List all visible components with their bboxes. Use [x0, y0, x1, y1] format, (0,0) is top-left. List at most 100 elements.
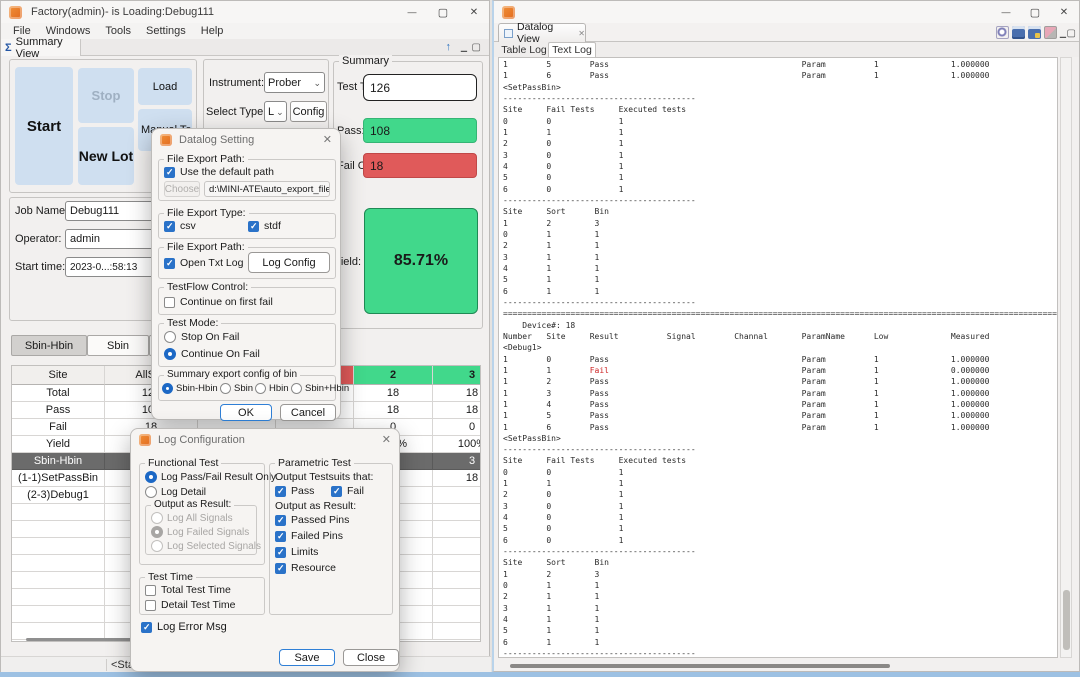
- config-button[interactable]: Config: [290, 101, 327, 122]
- close-icon[interactable]: ✕: [323, 133, 332, 146]
- instrument-select[interactable]: Prober: [264, 72, 325, 93]
- new-lot-button[interactable]: New Lot: [78, 127, 134, 185]
- menu-help[interactable]: Help: [201, 25, 224, 37]
- tab-datalog-view[interactable]: Datalog View: [498, 23, 586, 42]
- vertical-scrollbar-thumb[interactable]: [1063, 590, 1070, 650]
- minimize-icon[interactable]: [991, 1, 1021, 23]
- start-time-field[interactable]: 2023-0...:58:13: [65, 257, 159, 277]
- checkbox-checked-icon[interactable]: [164, 221, 175, 232]
- view-minimize-icon[interactable]: [1060, 27, 1066, 39]
- vertical-scrollbar[interactable]: [1060, 57, 1072, 658]
- choose-button[interactable]: Choose: [164, 181, 200, 197]
- log-detail-option[interactable]: Log Detail: [145, 486, 206, 498]
- view-maximize-icon[interactable]: [472, 41, 481, 53]
- app-icon: [502, 6, 515, 19]
- tab-table-log[interactable]: Table Log: [500, 42, 548, 57]
- checkbox-unchecked-icon[interactable]: [164, 297, 175, 308]
- tab-close-icon[interactable]: [578, 27, 585, 39]
- checkbox-checked-icon[interactable]: [275, 563, 286, 574]
- cancel-button[interactable]: Cancel: [280, 404, 336, 421]
- use-default-path-option[interactable]: Use the default path: [164, 166, 274, 178]
- checkbox-checked-icon[interactable]: [164, 258, 175, 269]
- radio-on-icon[interactable]: [145, 471, 157, 483]
- close-icon[interactable]: [1049, 1, 1079, 23]
- maximize-icon[interactable]: [1020, 1, 1050, 23]
- bin-table-cell: 100%: [433, 436, 481, 453]
- minimize-icon[interactable]: [397, 1, 427, 23]
- tab-summary-view[interactable]: Summary View: [1, 39, 81, 56]
- limits-option[interactable]: Limits: [275, 546, 318, 558]
- passed-pins-option[interactable]: Passed Pins: [275, 514, 349, 526]
- failed-pins-option[interactable]: Failed Pins: [275, 530, 343, 542]
- hbin-option[interactable]: Hbin: [255, 383, 289, 394]
- save-lock-icon[interactable]: [1028, 26, 1041, 39]
- text-log-area[interactable]: 1 5 Pass Param 1 1.0000001 6 Pass Param …: [498, 57, 1058, 658]
- up-arrow-icon[interactable]: [446, 41, 452, 53]
- checkbox-unchecked-icon[interactable]: [145, 585, 156, 596]
- detail-test-time-option[interactable]: Detail Test Time: [145, 599, 236, 611]
- menu-tools[interactable]: Tools: [105, 25, 131, 37]
- open-txt-log-option[interactable]: Open Txt Log: [164, 257, 243, 269]
- checkbox-checked-icon[interactable]: [275, 486, 286, 497]
- checkbox-checked-icon[interactable]: [275, 515, 286, 526]
- view-minimize-icon[interactable]: [461, 41, 467, 53]
- radio-on-icon[interactable]: [162, 383, 173, 394]
- ok-button[interactable]: OK: [220, 404, 272, 421]
- save-button[interactable]: Save: [279, 649, 335, 666]
- close-button[interactable]: Close: [343, 649, 399, 666]
- csv-option[interactable]: csv: [164, 220, 196, 232]
- start-button[interactable]: Start: [15, 67, 73, 185]
- param-pass-option[interactable]: Pass: [275, 485, 314, 497]
- sbin-plus-hbin-option[interactable]: Sbin+Hbin: [291, 383, 349, 394]
- checkbox-unchecked-icon[interactable]: [145, 600, 156, 611]
- radio-off-icon[interactable]: [145, 486, 157, 498]
- bin-table-cell: 18: [433, 470, 481, 487]
- checkbox-checked-icon[interactable]: [248, 221, 259, 232]
- total-test-time-option[interactable]: Total Test Time: [145, 584, 231, 596]
- operator-field[interactable]: admin: [65, 229, 159, 249]
- maximize-icon[interactable]: [428, 1, 458, 23]
- stdf-option[interactable]: stdf: [248, 220, 281, 232]
- bin-tab-sbin-hbin[interactable]: Sbin-Hbin: [11, 335, 87, 356]
- continue-first-fail-option[interactable]: Continue on first fail: [164, 296, 273, 308]
- radio-off-icon[interactable]: [220, 383, 231, 394]
- log-line: Number Site Result Signal Channal ParamN…: [503, 331, 1057, 342]
- radio-on-icon[interactable]: [164, 348, 176, 360]
- checkbox-checked-icon[interactable]: [164, 167, 175, 178]
- checkbox-checked-icon[interactable]: [331, 486, 342, 497]
- radio-off-icon[interactable]: [255, 383, 266, 394]
- clear-icon[interactable]: [1044, 26, 1057, 39]
- log-error-msg-option[interactable]: Log Error Msg: [141, 621, 227, 633]
- log-line: 5 1 1: [503, 625, 1057, 636]
- magnifier-icon[interactable]: [996, 26, 1009, 39]
- stop-button[interactable]: Stop: [78, 68, 134, 123]
- log-line: 1 3 Pass Param 1 1.000000: [503, 388, 1057, 399]
- resource-option[interactable]: Resource: [275, 562, 336, 574]
- checkbox-checked-icon[interactable]: [275, 531, 286, 542]
- radio-off-icon[interactable]: [291, 383, 302, 394]
- log-config-button[interactable]: Log Config: [248, 252, 330, 273]
- log-passfail-option[interactable]: Log Pass/Fail Result Only: [145, 471, 276, 483]
- radio-off-icon[interactable]: [164, 331, 176, 343]
- job-name-field[interactable]: Debug111: [65, 201, 159, 221]
- stop-on-fail-option[interactable]: Stop On Fail: [164, 331, 239, 343]
- checkbox-checked-icon[interactable]: [275, 547, 286, 558]
- select-type-select[interactable]: L: [264, 101, 287, 122]
- menu-settings[interactable]: Settings: [146, 25, 186, 37]
- close-icon[interactable]: [459, 1, 489, 23]
- tab-text-log[interactable]: Text Log: [548, 42, 596, 58]
- close-icon[interactable]: ✕: [382, 433, 391, 446]
- load-button[interactable]: Load: [138, 68, 192, 105]
- param-fail-option[interactable]: Fail: [331, 485, 364, 497]
- save-icon[interactable]: [1012, 26, 1025, 39]
- export-path-field[interactable]: d:\MINI-ATE\auto_export_files: [204, 181, 330, 197]
- horizontal-scrollbar-thumb[interactable]: [510, 664, 890, 668]
- sbin-hbin-option[interactable]: Sbin-Hbin: [162, 383, 218, 394]
- view-maximize-icon[interactable]: [1067, 27, 1076, 39]
- checkbox-checked-icon[interactable]: [141, 622, 152, 633]
- passed-pins-label: Passed Pins: [291, 514, 349, 526]
- file-export-path-caption: File Export Path:: [164, 153, 248, 165]
- bin-tab-sbin[interactable]: Sbin: [87, 335, 149, 356]
- continue-on-fail-option[interactable]: Continue On Fail: [164, 348, 260, 360]
- sbin-option[interactable]: Sbin: [220, 383, 253, 394]
